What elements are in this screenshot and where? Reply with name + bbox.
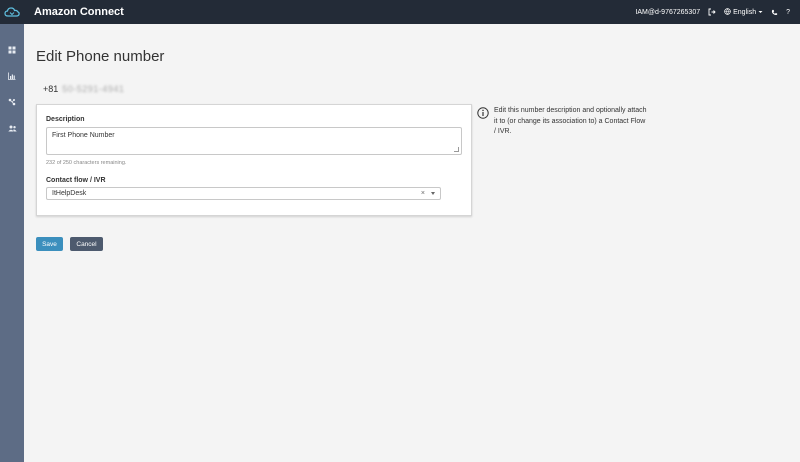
logout-icon[interactable] xyxy=(708,8,716,16)
sidebar-item-metrics[interactable] xyxy=(0,64,24,88)
dashboard-icon xyxy=(8,41,16,59)
info-text: Edit this number description and optiona… xyxy=(494,107,647,135)
top-bar: Amazon Connect IAM@d-9767265307 English … xyxy=(0,0,800,24)
description-label: Description xyxy=(46,116,85,123)
help-icon[interactable]: ? xyxy=(786,9,790,16)
edit-form-card: Description First Phone Number 232 of 25… xyxy=(36,104,472,216)
description-textarea[interactable]: First Phone Number xyxy=(46,127,462,155)
main-content: Edit Phone number +81 50-5291-4941 Descr… xyxy=(24,24,800,462)
resize-handle-icon[interactable] xyxy=(454,147,459,152)
sidebar xyxy=(0,24,24,462)
metrics-icon xyxy=(8,67,16,85)
phone-prefix: +81 xyxy=(43,84,59,94)
amazon-connect-logo-icon[interactable] xyxy=(0,0,24,24)
phone-number-display: +81 50-5291-4941 xyxy=(43,84,124,94)
clear-selection-icon[interactable]: × xyxy=(421,190,425,197)
app-title: Amazon Connect xyxy=(34,6,124,18)
phone-icon[interactable] xyxy=(771,9,778,16)
sidebar-item-routing[interactable] xyxy=(0,90,24,114)
language-label: English xyxy=(733,8,757,16)
contact-flow-select[interactable]: ItHelpDesk × xyxy=(46,187,441,200)
sidebar-item-dashboard[interactable] xyxy=(0,38,24,62)
page-title: Edit Phone number xyxy=(36,48,165,65)
user-id: IAM@d-9767265307 xyxy=(635,8,701,16)
routing-icon xyxy=(8,93,16,111)
character-count: 232 of 250 characters remaining. xyxy=(46,160,127,166)
info-icon xyxy=(477,106,489,119)
contact-flow-label: Contact flow / IVR xyxy=(46,177,106,184)
users-icon xyxy=(7,119,17,137)
save-button[interactable]: Save xyxy=(36,237,63,251)
description-value: First Phone Number xyxy=(52,132,115,139)
globe-icon xyxy=(724,7,731,17)
phone-number-redacted: 50-5291-4941 xyxy=(62,84,125,94)
info-panel: Edit this number description and optiona… xyxy=(477,106,647,138)
chevron-down-icon xyxy=(758,9,763,16)
language-selector[interactable]: English xyxy=(724,7,763,17)
dropdown-caret-icon[interactable] xyxy=(431,192,435,195)
cancel-button[interactable]: Cancel xyxy=(70,237,103,251)
sidebar-item-users[interactable] xyxy=(0,116,24,140)
contact-flow-value: ItHelpDesk xyxy=(52,190,87,197)
